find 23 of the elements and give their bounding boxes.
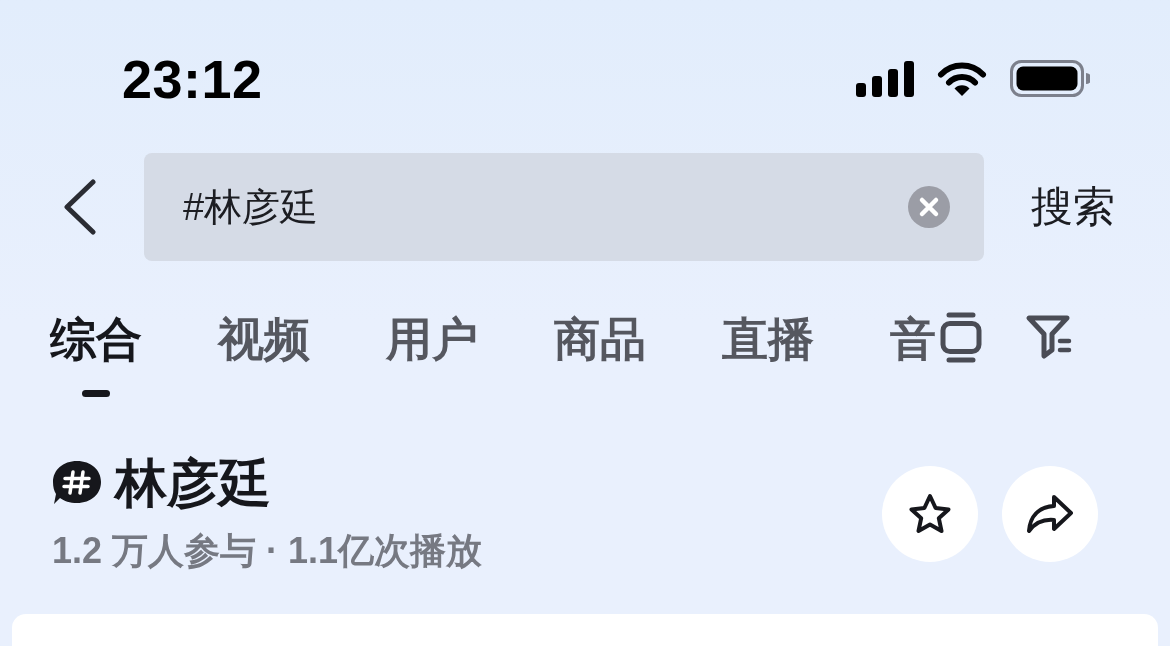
tab[interactable]: 音	[890, 312, 936, 397]
tab[interactable]: 用户	[386, 312, 478, 397]
back-chevron-icon	[63, 179, 97, 235]
search-query: #林彦廷	[183, 185, 319, 229]
topic-stats: 1.2 万人参与 · 1.1亿次播放	[52, 529, 483, 573]
tab[interactable]: 视频	[218, 312, 310, 397]
star-icon	[908, 493, 952, 535]
search-button[interactable]: 搜索	[1031, 183, 1115, 231]
tab[interactable]: 商品	[554, 312, 646, 397]
tab[interactable]: 直播	[722, 312, 814, 397]
status-time: 23:12	[122, 48, 263, 109]
selected-underline	[82, 390, 110, 397]
back-button[interactable]	[62, 178, 98, 236]
tab[interactable]: 综合	[50, 312, 142, 397]
topic-title: 林彦廷	[115, 455, 271, 511]
search-field[interactable]: #林彦廷	[144, 153, 984, 261]
wifi-icon	[936, 60, 988, 97]
hashtag-bubble-icon	[52, 460, 102, 506]
square-with-bars-icon[interactable]	[940, 312, 982, 363]
share-arrow-icon	[1026, 494, 1074, 534]
clear-icon[interactable]	[908, 186, 950, 228]
signal-icon	[856, 60, 914, 97]
battery-icon	[1010, 60, 1090, 97]
